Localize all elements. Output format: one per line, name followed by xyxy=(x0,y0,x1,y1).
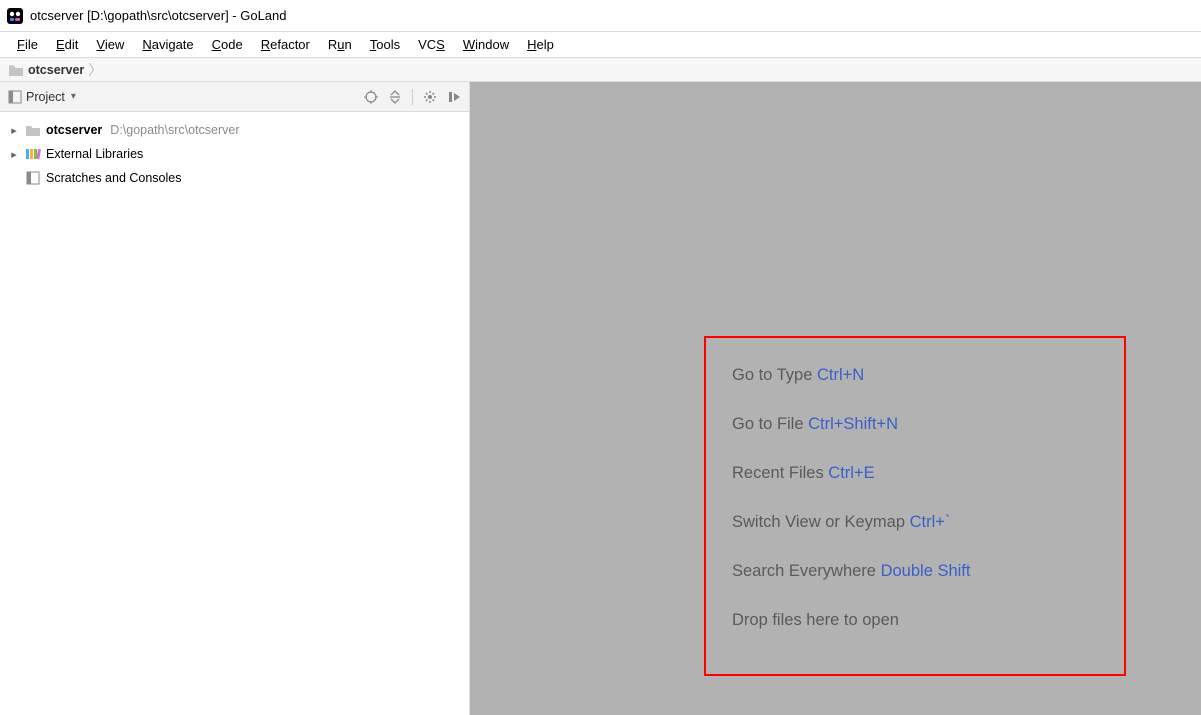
menu-run[interactable]: Run xyxy=(319,37,361,52)
chevron-down-icon[interactable]: ▾ xyxy=(71,91,76,102)
editor-empty-area[interactable]: Go to Type Ctrl+N Go to File Ctrl+Shift+… xyxy=(470,82,1201,715)
hint-go-to-type: Go to Type Ctrl+N xyxy=(732,366,1098,385)
menu-view[interactable]: View xyxy=(87,37,133,52)
hint-recent-files: Recent Files Ctrl+E xyxy=(732,464,1098,483)
menu-help[interactable]: Help xyxy=(518,37,563,52)
window-title: otcserver [D:\gopath\src\otcserver] - Go… xyxy=(30,8,287,23)
project-tree: ▸ otcserver D:\gopath\src\otcserver ▸ xyxy=(0,112,469,196)
menu-vcs[interactable]: VCS xyxy=(409,37,454,52)
tree-project-path: D:\gopath\src\otcserver xyxy=(110,123,239,137)
tree-ext-libs-label: External Libraries xyxy=(46,147,143,161)
menu-tools[interactable]: Tools xyxy=(361,37,409,52)
menu-edit[interactable]: Edit xyxy=(47,37,87,52)
hide-icon[interactable] xyxy=(447,90,461,104)
gear-icon[interactable] xyxy=(423,90,437,104)
target-icon[interactable] xyxy=(364,90,378,104)
tree-row-scratches[interactable]: ▸ Scratches and Consoles xyxy=(4,166,465,190)
tree-row-external-libraries[interactable]: ▸ External Libraries xyxy=(4,142,465,166)
breadcrumb-bar: otcserver 〉 xyxy=(0,58,1201,82)
main-split: Project ▾ ▸ xyxy=(0,82,1201,715)
title-bar: otcserver [D:\gopath\src\otcserver] - Go… xyxy=(0,0,1201,32)
hint-search-everywhere: Search Everywhere Double Shift xyxy=(732,562,1098,581)
tree-scratches-label: Scratches and Consoles xyxy=(46,171,182,185)
project-tool-icon xyxy=(8,90,22,104)
menu-navigate[interactable]: Navigate xyxy=(133,37,202,52)
welcome-hints-box: Go to Type Ctrl+N Go to File Ctrl+Shift+… xyxy=(704,336,1126,676)
chevron-right-icon: 〉 xyxy=(88,60,102,80)
tree-project-name: otcserver xyxy=(46,123,102,137)
library-icon xyxy=(24,146,42,162)
app-icon xyxy=(6,7,24,25)
expand-arrow-icon[interactable]: ▸ xyxy=(8,124,20,137)
separator xyxy=(412,89,413,105)
sidebar-title[interactable]: Project xyxy=(26,90,65,104)
breadcrumb-item[interactable]: otcserver xyxy=(28,63,84,77)
menu-bar: File Edit View Navigate Code Refactor Ru… xyxy=(0,32,1201,58)
scratches-icon xyxy=(24,170,42,186)
menu-code[interactable]: Code xyxy=(203,37,252,52)
folder-icon xyxy=(24,122,42,138)
menu-refactor[interactable]: Refactor xyxy=(252,37,319,52)
project-sidebar: Project ▾ ▸ xyxy=(0,82,470,715)
tree-row-project[interactable]: ▸ otcserver D:\gopath\src\otcserver xyxy=(4,118,465,142)
hint-drop-files: Drop files here to open xyxy=(732,611,1098,630)
menu-window[interactable]: Window xyxy=(454,37,518,52)
hint-switch-view: Switch View or Keymap Ctrl+` xyxy=(732,513,1098,532)
expand-arrow-icon[interactable]: ▸ xyxy=(8,148,20,161)
menu-file[interactable]: File xyxy=(8,37,47,52)
folder-icon xyxy=(8,63,24,77)
hint-go-to-file: Go to File Ctrl+Shift+N xyxy=(732,415,1098,434)
collapse-all-icon[interactable] xyxy=(388,90,402,104)
sidebar-toolbar: Project ▾ xyxy=(0,82,469,112)
